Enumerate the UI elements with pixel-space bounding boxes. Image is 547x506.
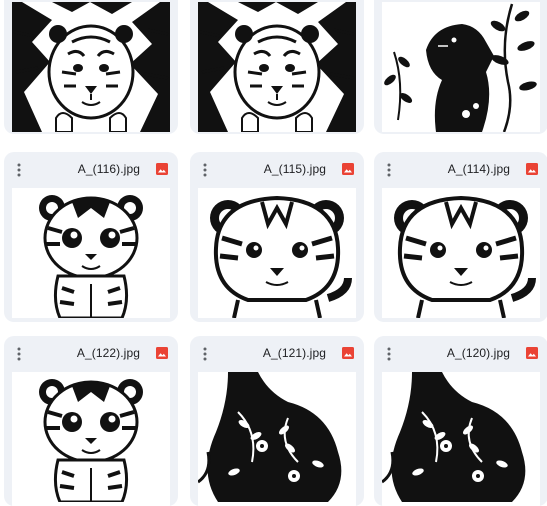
more-options-icon[interactable] (200, 347, 210, 361)
tiger-wall-image (12, 2, 170, 132)
file-card[interactable] (190, 0, 364, 134)
file-thumbnail (382, 2, 540, 132)
file-thumbnail (198, 372, 356, 506)
image-file-icon (526, 347, 538, 359)
file-card[interactable]: A_(122).jpg (4, 336, 178, 506)
file-name: A_(114).jpg (447, 162, 510, 176)
tiger-cub-image (12, 188, 170, 318)
file-thumbnail (12, 372, 170, 506)
image-file-icon (342, 163, 354, 175)
tiger-face-image (382, 188, 540, 318)
file-card[interactable]: A_(114).jpg (374, 152, 547, 322)
image-file-icon (156, 163, 168, 175)
floral-tiger-image (382, 372, 540, 502)
image-file-icon (156, 347, 168, 359)
more-options-icon[interactable] (200, 163, 210, 177)
tiger-wall-image (198, 2, 356, 132)
file-thumbnail (382, 188, 540, 318)
image-file-icon (526, 163, 538, 175)
image-file-icon (342, 347, 354, 359)
tiger-face-image (198, 188, 356, 318)
file-card[interactable] (4, 0, 178, 134)
file-name: A_(120).jpg (446, 346, 510, 360)
file-name: A_(116).jpg (77, 162, 140, 176)
file-thumbnail (12, 2, 170, 132)
more-options-icon[interactable] (14, 347, 24, 361)
file-card[interactable]: A_(115).jpg (190, 152, 364, 322)
file-card[interactable]: A_(116).jpg (4, 152, 178, 322)
file-thumbnail (12, 188, 170, 318)
file-thumbnail (198, 188, 356, 318)
panther-image (382, 2, 540, 132)
more-options-icon[interactable] (384, 163, 394, 177)
file-thumbnail (382, 372, 540, 506)
file-thumbnail (198, 2, 356, 132)
tiger-cub-image (12, 372, 170, 502)
file-name: A_(121).jpg (262, 346, 326, 360)
file-name: A_(115).jpg (263, 162, 326, 176)
file-name: A_(122).jpg (76, 346, 140, 360)
more-options-icon[interactable] (384, 347, 394, 361)
floral-tiger-image (198, 372, 356, 502)
file-card[interactable] (374, 0, 547, 134)
file-card[interactable]: A_(120).jpg (374, 336, 547, 506)
more-options-icon[interactable] (14, 163, 24, 177)
file-card[interactable]: A_(121).jpg (190, 336, 364, 506)
